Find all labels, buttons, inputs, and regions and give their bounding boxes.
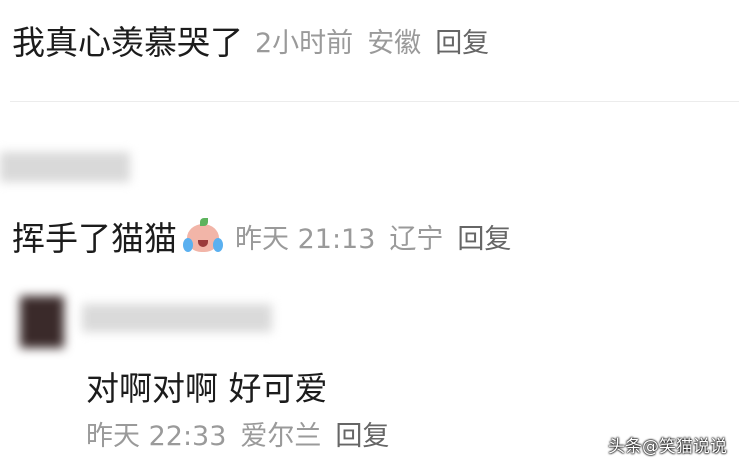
comment-3-time: 昨天 22:33 bbox=[86, 421, 227, 452]
comment-1-time: 2小时前 bbox=[255, 27, 354, 59]
comment-3: 对啊对啊 好可爱 bbox=[86, 362, 328, 410]
comment-1-location: 安徽 bbox=[367, 27, 422, 59]
username-blurred-2 bbox=[0, 152, 130, 182]
comment-2-time: 昨天 21:13 bbox=[235, 223, 376, 255]
crying-laugh-emoji-icon bbox=[183, 218, 223, 254]
comment-3-reply-button[interactable]: 回复 bbox=[335, 414, 389, 453]
watermark: 头条@笑猫说说 bbox=[608, 437, 727, 457]
username-blurred-3 bbox=[82, 304, 272, 332]
comment-1-text: 我真心羡慕哭了 bbox=[12, 23, 243, 62]
comment-3-location: 爱尔兰 bbox=[240, 421, 322, 452]
comment-2-text: 挥手了猫猫 bbox=[12, 219, 177, 258]
comment-2-location: 辽宁 bbox=[389, 223, 444, 255]
comment-3-text: 对啊对啊 好可爱 bbox=[86, 369, 328, 408]
divider bbox=[10, 101, 739, 102]
comment-2-reply-button[interactable]: 回复 bbox=[457, 217, 511, 256]
comment-3-meta: 昨天 22:33 爱尔兰 回复 bbox=[86, 414, 389, 453]
comment-1: 我真心羡慕哭了 2小时前 安徽 回复 bbox=[12, 16, 489, 64]
comment-2: 挥手了猫猫 昨天 21:13 辽宁 回复 bbox=[12, 212, 511, 260]
comment-1-reply-button[interactable]: 回复 bbox=[435, 21, 489, 60]
avatar-blurred[interactable] bbox=[20, 296, 64, 348]
